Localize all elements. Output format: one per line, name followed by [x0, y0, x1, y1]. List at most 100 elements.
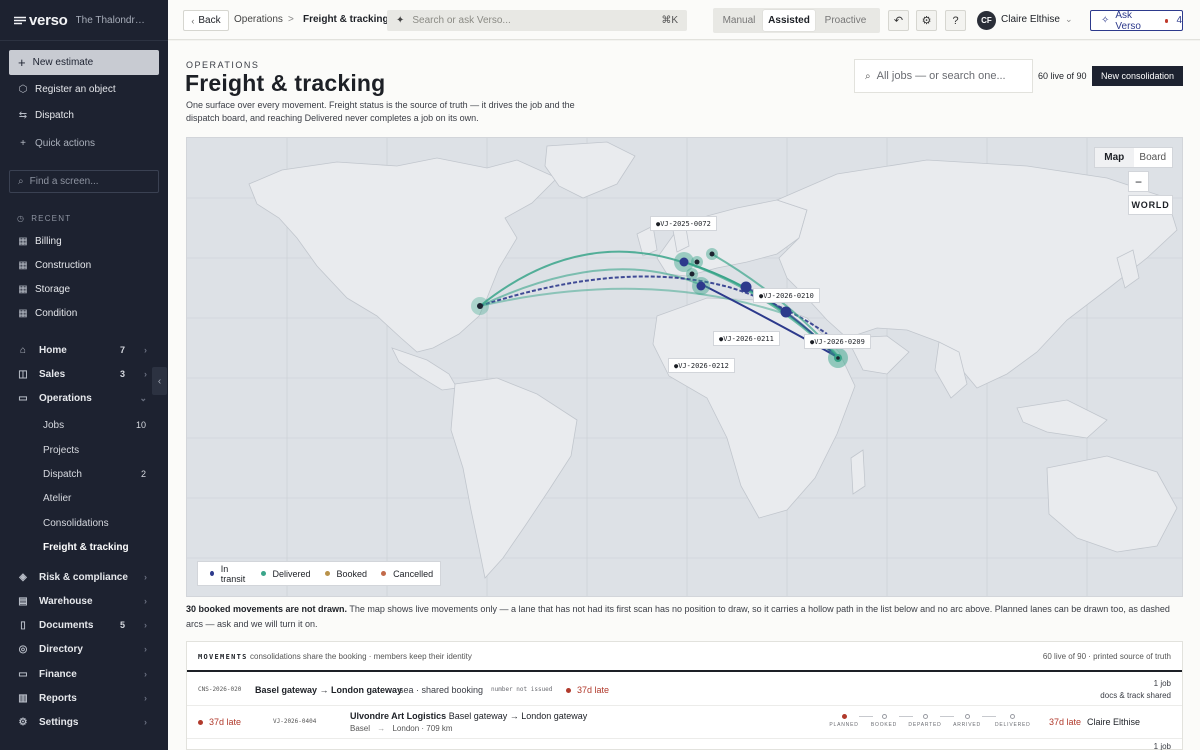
sidebar-item-settings[interactable]: ⚙ Settings › — [9, 711, 159, 733]
late-dot — [566, 688, 571, 694]
sidebar-item-freight-tracking[interactable]: Freight & tracking — [9, 536, 159, 558]
sidebar-item-directory[interactable]: ◎ Directory › — [9, 638, 159, 660]
chevron-down-icon[interactable]: ⌄ — [1065, 14, 1073, 25]
warehouse-icon: ▤ — [18, 595, 28, 607]
movements-subtitle: consolidations share the booking · membe… — [250, 652, 472, 661]
user-name[interactable]: Claire Elthise — [1001, 14, 1060, 25]
legend-label: Booked — [336, 568, 368, 579]
consolidation-row[interactable]: CNS-2026-020 Basel gateway → London gate… — [187, 674, 1182, 706]
avatar[interactable]: CF — [977, 11, 996, 30]
new-consolidation-button[interactable]: New consolidation — [1092, 66, 1183, 86]
grid-icon: ▦ — [18, 283, 28, 295]
logo-icon — [14, 16, 26, 24]
sidebar-item-finance[interactable]: ▭ Finance › — [9, 663, 159, 685]
recent-item-label: Construction — [35, 259, 92, 271]
sidebar-item-sales[interactable]: ◫ Sales 3 › — [9, 363, 159, 385]
map-label-vj-2026-0210[interactable]: ●VJ-2026-0210 — [753, 288, 820, 303]
recent-item-label: Storage — [35, 283, 71, 295]
cube-icon: ⬡ — [18, 83, 28, 95]
dispatch-action[interactable]: ⇆ Dispatch — [9, 104, 159, 126]
help-icon: ? — [952, 14, 959, 27]
mode-manual-button[interactable]: Manual — [715, 10, 763, 31]
tag-icon: ◫ — [18, 368, 28, 380]
sidebar-item-documents[interactable]: ▯ Documents 5 › — [9, 614, 159, 636]
register-object-action[interactable]: ⬡ Register an object — [9, 78, 159, 100]
stage-point — [881, 714, 887, 719]
brand[interactable]: verso The Thalondre Archive — [14, 11, 150, 29]
global-search-input[interactable]: ✦ Search or ask Verso... ⌘K — [387, 10, 687, 31]
jobs-search-input[interactable]: ⌕ All jobs — or search one... — [854, 59, 1033, 93]
stage-delivered: DELIVERED — [995, 714, 1031, 728]
sidebar-item-atelier[interactable]: Atelier — [9, 487, 159, 509]
undo-button[interactable]: ↶ — [888, 10, 909, 31]
grid-icon: ▦ — [18, 307, 28, 319]
quick-actions-label: Quick actions — [35, 137, 96, 149]
next-row[interactable]: 1 job — [187, 739, 1182, 750]
mode-proactive-button[interactable]: Proactive — [815, 10, 876, 31]
sidebar-item-risk-compliance[interactable]: ◈ Risk & compliance › — [9, 566, 159, 588]
collapse-sidebar-button[interactable]: ‹ — [152, 367, 167, 395]
board-view-button[interactable]: Board — [1134, 148, 1173, 167]
recent-item-construction[interactable]: ▦ Construction — [9, 254, 159, 276]
sub-label: Dispatch — [43, 468, 82, 480]
document-icon: ▯ — [20, 619, 26, 631]
sidebar-item-consolidations[interactable]: Consolidations — [9, 512, 159, 534]
notification-dot — [1164, 18, 1169, 23]
main-content: OPERATIONS Freight & tracking One surfac… — [168, 41, 1200, 750]
map-label-vj-2025-0072[interactable]: ●VJ-2025-0072 — [650, 216, 717, 231]
map-note: 30 booked movements are not drawn. The m… — [186, 602, 1186, 632]
home-icon: ⌂ — [19, 344, 27, 356]
recent-label: RECENT — [31, 214, 72, 223]
quick-actions[interactable]: + Quick actions — [9, 132, 159, 154]
freight-map[interactable]: Map Board − WORLD ●VJ-2025-0072 ●VJ-2026… — [186, 137, 1183, 597]
chevron-right-icon: › — [144, 345, 147, 355]
sidebar-item-dispatch[interactable]: Dispatch 2 — [9, 463, 159, 485]
origin: Basel — [350, 724, 371, 733]
sidebar-item-jobs[interactable]: Jobs 10 — [9, 414, 159, 436]
zoom-out-button[interactable]: − — [1128, 171, 1149, 192]
next-row-jobs: 1 job — [1153, 742, 1171, 750]
stage-label: DELIVERED — [995, 722, 1031, 728]
help-button[interactable]: ? — [945, 10, 966, 31]
screen-search-input[interactable]: ⌕ Find a screen... — [9, 170, 159, 193]
movement-origin-dest: Basel → London · 709 km — [350, 724, 453, 733]
map-view-toggle: Map Board — [1094, 147, 1173, 168]
ask-verso-label: Ask Verso — [1115, 9, 1141, 32]
ask-verso-button[interactable]: ✧ Ask Verso 4 — [1090, 9, 1183, 32]
map-label-vj-2026-0211[interactable]: ●VJ-2026-0211 — [713, 331, 780, 346]
topbar: ‹ Back Operations > Freight & tracking ✦… — [168, 0, 1200, 40]
legend-label: Delivered — [272, 568, 311, 579]
back-button[interactable]: ‹ Back — [183, 10, 229, 31]
breadcrumb-operations[interactable]: Operations — [234, 14, 283, 25]
page-title: Freight & tracking — [185, 70, 386, 96]
global-search-placeholder: Search or ask Verso... — [412, 15, 511, 26]
movement-id: VJ-2026-0404 — [273, 718, 317, 725]
map-label-vj-2026-0209[interactable]: ●VJ-2026-0209 — [804, 334, 871, 349]
legend-item-in-transit: In transit — [210, 564, 247, 584]
movement-row[interactable]: 37d late VJ-2026-0404 Ulvondre Art Logis… — [187, 706, 1182, 739]
settings-button[interactable]: ⚙ — [916, 10, 937, 31]
recent-item-condition[interactable]: ▦ Condition — [9, 302, 159, 324]
movement-late: 37d late — [198, 717, 241, 727]
map-view-button[interactable]: Map — [1095, 148, 1134, 167]
mode-assisted-button[interactable]: Assisted — [763, 10, 815, 31]
sidebar-item-warehouse[interactable]: ▤ Warehouse › — [9, 590, 159, 612]
action-label: Register an object — [35, 83, 116, 95]
sidebar-item-home[interactable]: ⌂ Home 7 › — [9, 339, 159, 361]
sidebar-item-reports[interactable]: ▥ Reports › — [9, 687, 159, 709]
map-label-vj-2026-0212[interactable]: ●VJ-2026-0212 — [668, 358, 735, 373]
world-view-button[interactable]: WORLD — [1128, 195, 1173, 215]
stage-label: ARRIVED — [953, 722, 981, 728]
new-estimate-button[interactable]: + New estimate — [9, 50, 159, 75]
sidebar-item-operations[interactable]: ▭ Operations ⌄ — [9, 387, 159, 409]
recent-item-storage[interactable]: ▦ Storage — [9, 278, 159, 300]
shortcut-hint: ⌘K — [661, 15, 678, 26]
note-bold: 30 booked movements are not drawn. — [186, 604, 348, 614]
search-icon: ⌕ — [865, 70, 871, 82]
nav-label: Reports — [39, 692, 77, 704]
nav-label: Risk & compliance — [39, 571, 128, 583]
legend-swatch — [381, 571, 387, 576]
sidebar-item-projects[interactable]: Projects — [9, 439, 159, 461]
nav-label: Directory — [39, 643, 83, 655]
recent-item-billing[interactable]: ▦ Billing — [9, 230, 159, 252]
